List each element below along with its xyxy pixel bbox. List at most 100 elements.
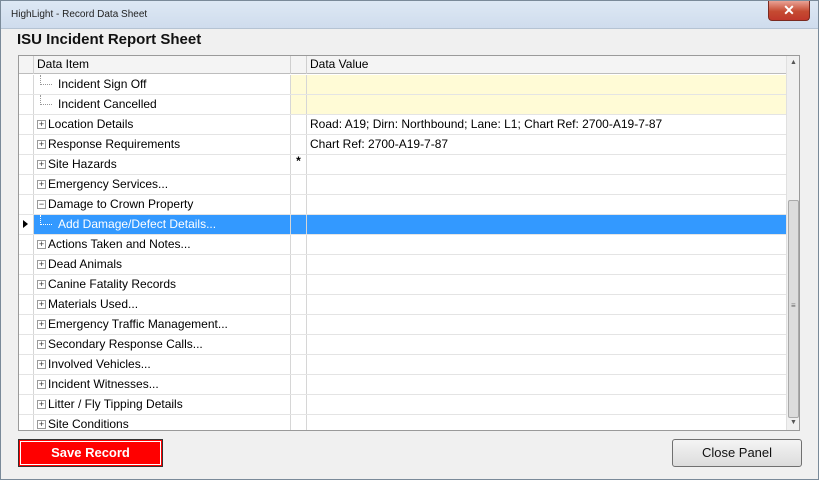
- table-row[interactable]: + Involved Vehicles...: [19, 355, 787, 375]
- table-row[interactable]: + Site Hazards *: [19, 155, 787, 175]
- table-row[interactable]: + Dead Animals: [19, 255, 787, 275]
- table-row[interactable]: Incident Cancelled: [19, 95, 787, 115]
- table-row[interactable]: + Emergency Services...: [19, 175, 787, 195]
- data-value-cell[interactable]: [307, 75, 787, 94]
- expand-icon[interactable]: +: [37, 140, 46, 149]
- expand-icon[interactable]: +: [37, 240, 46, 249]
- data-item-cell[interactable]: + Incident Witnesses...: [34, 375, 291, 394]
- expand-icon[interactable]: +: [37, 280, 46, 289]
- expand-icon[interactable]: +: [37, 340, 46, 349]
- expand-icon[interactable]: +: [37, 300, 46, 309]
- data-item-cell[interactable]: + Site Conditions: [34, 415, 291, 430]
- expand-icon[interactable]: +: [37, 400, 46, 409]
- data-item-cell[interactable]: + Litter / Fly Tipping Details: [34, 395, 291, 414]
- data-value-cell[interactable]: [307, 415, 787, 430]
- expand-icon[interactable]: +: [37, 320, 46, 329]
- window-close-button[interactable]: ✕: [768, 1, 810, 21]
- table-row[interactable]: + Canine Fatality Records: [19, 275, 787, 295]
- row-indicator[interactable]: [19, 275, 34, 294]
- scroll-down-arrow-icon[interactable]: ▼: [787, 416, 799, 430]
- data-value-cell[interactable]: [307, 255, 787, 274]
- data-value-cell[interactable]: [307, 275, 787, 294]
- data-item-cell[interactable]: + Location Details: [34, 115, 291, 134]
- row-indicator[interactable]: [19, 375, 34, 394]
- data-value-cell[interactable]: [307, 195, 787, 214]
- data-item-cell[interactable]: + Dead Animals: [34, 255, 291, 274]
- row-indicator[interactable]: [19, 195, 34, 214]
- data-item-cell[interactable]: + Secondary Response Calls...: [34, 335, 291, 354]
- table-row[interactable]: + Location Details Road: A19; Dirn: Northb…: [19, 115, 787, 135]
- data-item-cell[interactable]: − Damage to Crown Property: [34, 195, 291, 214]
- table-row[interactable]: + Materials Used...: [19, 295, 787, 315]
- data-value-cell[interactable]: [307, 175, 787, 194]
- column-header-data-item[interactable]: Data Item: [34, 56, 291, 74]
- data-value-cell[interactable]: [307, 235, 787, 254]
- expand-icon[interactable]: +: [37, 180, 46, 189]
- data-value-cell[interactable]: [307, 355, 787, 374]
- row-indicator[interactable]: [19, 215, 34, 234]
- data-value-cell[interactable]: [307, 335, 787, 354]
- data-value-cell[interactable]: [307, 95, 787, 114]
- data-item-cell[interactable]: + Involved Vehicles...: [34, 355, 291, 374]
- scroll-thumb[interactable]: ≡: [788, 200, 799, 418]
- data-value-cell[interactable]: Chart Ref: 2700-A19-7-87: [307, 135, 787, 154]
- data-value-cell[interactable]: [307, 155, 787, 174]
- table-row[interactable]: + Site Conditions: [19, 415, 787, 430]
- data-item-cell[interactable]: + Materials Used...: [34, 295, 291, 314]
- row-indicator[interactable]: [19, 335, 34, 354]
- table-row[interactable]: + Emergency Traffic Management...: [19, 315, 787, 335]
- expand-icon[interactable]: +: [37, 360, 46, 369]
- row-indicator[interactable]: [19, 235, 34, 254]
- row-indicator[interactable]: [19, 115, 34, 134]
- table-row[interactable]: − Damage to Crown Property: [19, 195, 787, 215]
- window-title: HighLight - Record Data Sheet: [11, 9, 148, 20]
- row-indicator[interactable]: [19, 355, 34, 374]
- data-value-cell[interactable]: [307, 295, 787, 314]
- data-value-cell[interactable]: Road: A19; Dirn: Northbound; Lane: L1; C…: [307, 115, 787, 134]
- table-row[interactable]: + Incident Witnesses...: [19, 375, 787, 395]
- table-row[interactable]: Incident Sign Off: [19, 75, 787, 95]
- row-indicator[interactable]: [19, 315, 34, 334]
- expand-icon[interactable]: +: [37, 160, 46, 169]
- scroll-up-arrow-icon[interactable]: ▲: [787, 56, 799, 70]
- data-value-cell[interactable]: [307, 375, 787, 394]
- expand-icon[interactable]: +: [37, 380, 46, 389]
- row-flag-cell: [291, 395, 307, 414]
- close-panel-button[interactable]: Close Panel: [672, 439, 802, 467]
- row-indicator[interactable]: [19, 95, 34, 114]
- table-row[interactable]: + Secondary Response Calls...: [19, 335, 787, 355]
- vertical-scrollbar[interactable]: ▲ ≡ ▼: [786, 56, 799, 430]
- data-item-cell[interactable]: + Emergency Services...: [34, 175, 291, 194]
- table-row[interactable]: Add Damage/Defect Details...: [19, 215, 787, 235]
- data-value-cell[interactable]: [307, 315, 787, 334]
- row-indicator[interactable]: [19, 295, 34, 314]
- data-item-cell[interactable]: Add Damage/Defect Details...: [34, 215, 291, 234]
- row-flag-cell: [291, 315, 307, 334]
- row-indicator[interactable]: [19, 75, 34, 94]
- data-item-cell[interactable]: Incident Sign Off: [34, 75, 291, 94]
- data-value-cell[interactable]: [307, 215, 787, 234]
- expand-icon[interactable]: +: [37, 260, 46, 269]
- save-record-button[interactable]: Save Record: [18, 439, 163, 467]
- data-item-cell[interactable]: + Response Requirements: [34, 135, 291, 154]
- record-data-sheet-window: HighLight - Record Data Sheet ✕ ISU Inci…: [0, 0, 819, 480]
- row-indicator[interactable]: [19, 395, 34, 414]
- table-row[interactable]: + Actions Taken and Notes...: [19, 235, 787, 255]
- data-item-cell[interactable]: + Emergency Traffic Management...: [34, 315, 291, 334]
- data-item-cell[interactable]: + Actions Taken and Notes...: [34, 235, 291, 254]
- row-indicator[interactable]: [19, 155, 34, 174]
- data-item-cell[interactable]: + Site Hazards: [34, 155, 291, 174]
- table-row[interactable]: + Litter / Fly Tipping Details: [19, 395, 787, 415]
- row-indicator[interactable]: [19, 135, 34, 154]
- table-row[interactable]: + Response Requirements Chart Ref: 2700-A1…: [19, 135, 787, 155]
- data-item-cell[interactable]: + Canine Fatality Records: [34, 275, 291, 294]
- expand-icon[interactable]: +: [37, 120, 46, 129]
- row-indicator[interactable]: [19, 415, 34, 430]
- row-indicator[interactable]: [19, 175, 34, 194]
- row-indicator[interactable]: [19, 255, 34, 274]
- data-value-cell[interactable]: [307, 395, 787, 414]
- data-item-cell[interactable]: Incident Cancelled: [34, 95, 291, 114]
- collapse-icon[interactable]: −: [37, 200, 46, 209]
- expand-icon[interactable]: +: [37, 420, 46, 429]
- column-header-data-value[interactable]: Data Value: [307, 56, 787, 74]
